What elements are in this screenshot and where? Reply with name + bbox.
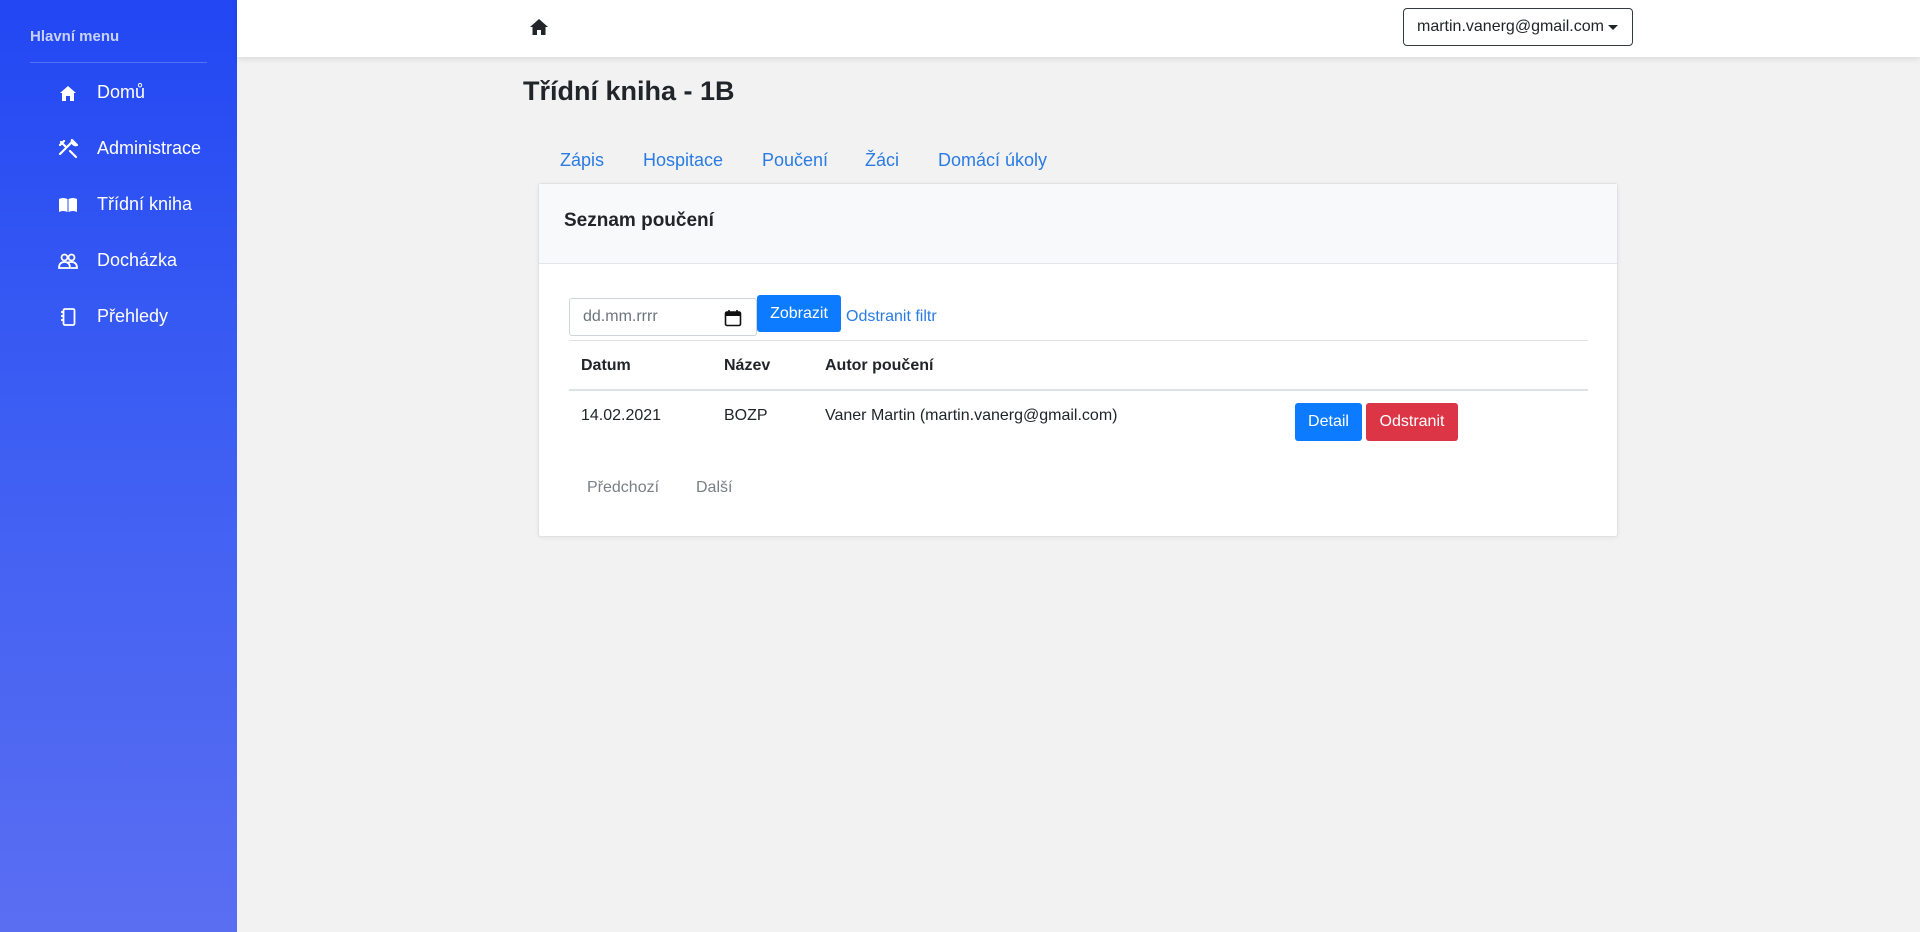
pagination-prev[interactable]: Předchozí	[587, 479, 659, 497]
sidebar-item-domu[interactable]: Domů	[0, 73, 237, 113]
user-email: martin.vanerg@gmail.com	[1417, 18, 1604, 35]
cell-name: BOZP	[724, 407, 768, 424]
delete-button[interactable]: Odstranit	[1366, 403, 1458, 441]
column-header-nazev: Název	[724, 357, 771, 374]
tab-hospitace[interactable]: Hospitace	[643, 150, 723, 171]
date-filter-input[interactable]: dd.mm.rrrr	[569, 298, 757, 336]
tab-zaci[interactable]: Žáci	[865, 150, 899, 171]
journal-icon	[58, 307, 78, 327]
table-divider	[569, 340, 1588, 341]
page-title: Třídní kniha - 1B	[523, 76, 735, 106]
column-header-datum: Datum	[581, 357, 631, 374]
topbar: martin.vanerg@gmail.com	[237, 0, 1920, 57]
sidebar: Hlavní menu Domů Administrace Třídní kni…	[0, 0, 237, 932]
calendar-icon[interactable]	[724, 309, 742, 332]
cell-date: 14.02.2021	[581, 407, 662, 424]
card-header: Seznam poučení	[539, 184, 1617, 264]
sidebar-item-dochazka[interactable]: Docházka	[0, 241, 237, 281]
sidebar-item-prehledy[interactable]: Přehledy	[0, 297, 237, 337]
card-title: Seznam poučení	[564, 210, 714, 231]
column-header-autor: Autor poučení	[825, 357, 934, 374]
pouceni-card: Seznam poučení dd.mm.rrrr Zobrazit Odstr…	[538, 183, 1618, 537]
sidebar-item-label: Administrace	[97, 138, 202, 158]
tools-icon	[58, 139, 78, 159]
home-icon	[58, 83, 78, 103]
pagination-next[interactable]: Další	[696, 479, 732, 497]
users-icon	[58, 251, 78, 271]
sidebar-item-administrace[interactable]: Administrace	[0, 129, 237, 169]
sidebar-divider	[30, 62, 207, 63]
sidebar-item-label: Přehledy	[97, 306, 169, 326]
table-header-divider	[569, 389, 1588, 391]
detail-button[interactable]: Detail	[1295, 403, 1362, 441]
book-icon	[58, 195, 78, 215]
tab-zapis[interactable]: Zápis	[560, 150, 604, 171]
date-placeholder: dd.mm.rrrr	[583, 308, 658, 325]
sidebar-item-label: Domů	[97, 82, 146, 102]
sidebar-heading: Hlavní menu	[30, 28, 120, 45]
sidebar-item-tridni-kniha[interactable]: Třídní kniha	[0, 185, 237, 225]
cell-author: Vaner Martin (martin.vanerg@gmail.com)	[825, 407, 1118, 424]
sidebar-item-label: Třídní kniha	[97, 194, 193, 214]
show-button[interactable]: Zobrazit	[757, 295, 841, 332]
tab-domaci-ukoly[interactable]: Domácí úkoly	[938, 150, 1047, 171]
home-icon[interactable]	[528, 16, 550, 38]
user-dropdown[interactable]: martin.vanerg@gmail.com	[1403, 8, 1633, 46]
clear-filter-link[interactable]: Odstranit filtr	[846, 308, 937, 326]
chevron-down-icon	[1608, 25, 1618, 30]
sidebar-item-label: Docházka	[97, 250, 178, 270]
tab-pouceni[interactable]: Poučení	[762, 150, 828, 171]
